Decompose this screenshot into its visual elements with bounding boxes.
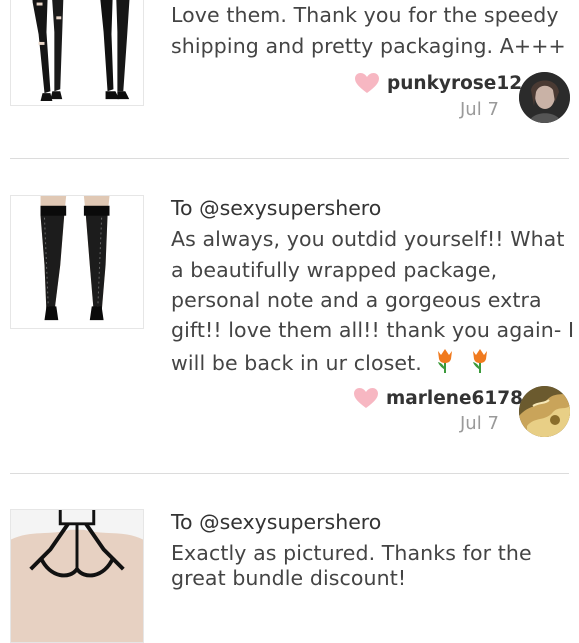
harness-image [11,510,143,642]
review-recipient[interactable]: To @sexysupershero [171,510,381,534]
review-text-line: great bundle discount! [171,566,407,590]
review-item: To @sexysupershero Exactly as pictured. … [0,0,579,643]
listing-thumbnail[interactable] [10,509,144,643]
review-text-line: Exactly as pictured. Thanks for the [171,541,532,565]
